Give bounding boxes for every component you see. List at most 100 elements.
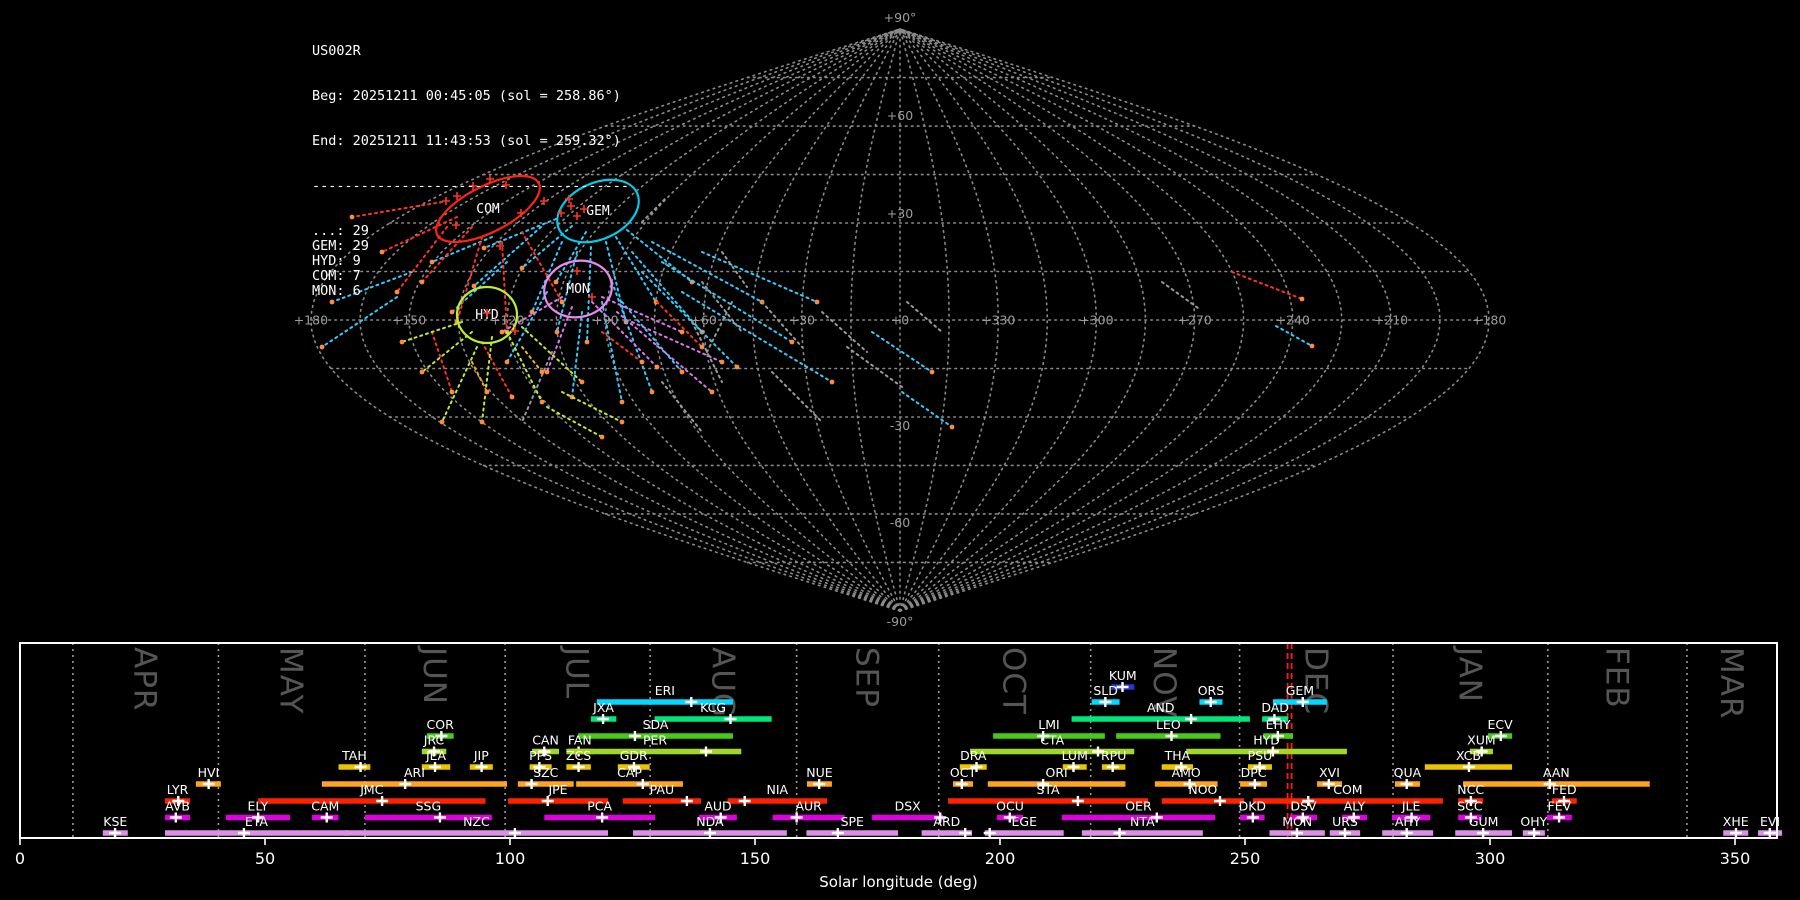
shower-label-ERI: ERI	[655, 683, 675, 698]
shower-peak-ECV	[1494, 731, 1507, 741]
shower-count-line: MON: 6	[312, 283, 361, 299]
shower-label-STA: STA	[1036, 782, 1060, 797]
shower-peak-JEA	[429, 762, 442, 772]
shower-peak-PCA	[596, 812, 609, 823]
shower-label-DSX: DSX	[895, 799, 922, 814]
shower-label-XHE: XHE	[1723, 814, 1749, 829]
shower-peak-SPE	[831, 828, 844, 838]
shower-label-JRC: JRC	[423, 733, 445, 748]
shower-label-NZC: NZC	[463, 814, 490, 829]
month-label: JUN	[416, 645, 452, 705]
shower-label-SLD: SLD	[1093, 683, 1118, 698]
shower-label-EGE: EGE	[1012, 814, 1038, 829]
header-separator: ---------------------------------------	[312, 178, 629, 194]
shower-label-ARI: ARI	[404, 765, 425, 780]
x-tick-label: 250	[1230, 849, 1261, 868]
radiant-activity-plot: COMGEMMONHYD+180+150+120+90+60+30+0+330+…	[0, 0, 1800, 900]
shower-label-AND: AND	[1147, 700, 1175, 715]
shower-peak-AUR	[790, 812, 803, 823]
shower-label-JPE: JPE	[547, 782, 567, 797]
month-label: JUL	[559, 645, 595, 699]
observation-header: US002R Beg: 20251211 00:45:05 (sol = 258…	[312, 14, 629, 329]
shower-label-PAU: PAU	[650, 782, 674, 797]
shower-label-PPS: PPS	[529, 748, 552, 763]
month-label: MAR	[1713, 647, 1749, 720]
shower-label-DKD: DKD	[1239, 799, 1266, 814]
shower-peak-NZC	[508, 828, 521, 838]
shower-label-ALY: ALY	[1344, 799, 1366, 814]
shower-label-NCC: NCC	[1457, 782, 1484, 797]
shower-peak-URS	[1338, 828, 1351, 838]
shower-label-JIP: JIP	[473, 748, 489, 763]
shower-label-SCC: SCC	[1457, 799, 1483, 814]
shower-label-JXA: JXA	[592, 700, 614, 715]
shower-label-JLE: JLE	[1401, 799, 1421, 814]
shower-label-THA: THA	[1164, 748, 1191, 763]
shower-label-AHY: AHY	[1395, 814, 1421, 829]
shower-label-XVI: XVI	[1319, 765, 1340, 780]
shower-label-FEV: FEV	[1548, 799, 1572, 814]
x-tick-label: 300	[1475, 849, 1506, 868]
shower-peak-FEV	[1553, 812, 1566, 823]
begin-time: Beg: 20251211 00:45:05 (sol = 258.86°)	[312, 88, 621, 104]
shower-label-XCB: XCB	[1456, 748, 1481, 763]
shower-label-MON: MON	[1282, 814, 1312, 829]
shower-label-ORS: ORS	[1198, 683, 1225, 698]
shower-label-AMO: AMO	[1172, 765, 1201, 780]
shower-label-NTA: NTA	[1130, 814, 1155, 829]
x-tick-label: 350	[1720, 849, 1751, 868]
shower-label-EHY: EHY	[1266, 717, 1291, 732]
shower-label-RPU: RPU	[1101, 748, 1126, 763]
shower-label-CTA: CTA	[1040, 733, 1064, 748]
month-label: FEB	[1598, 647, 1634, 709]
shower-peak-DKD	[1246, 812, 1259, 823]
shower-label-KCG: KCG	[700, 700, 726, 715]
shower-label-AUR: AUR	[795, 799, 822, 814]
shower-peak-SZC	[525, 779, 538, 789]
shower-label-LYR: LYR	[167, 782, 189, 797]
shower-label-DPC: DPC	[1241, 765, 1267, 780]
shower-peak-ARI	[399, 779, 412, 789]
shower-peak-ORS	[1204, 697, 1217, 707]
shower-peak-EGE	[983, 828, 996, 838]
shower-peak-NUE	[813, 779, 826, 789]
shower-label-JMC: JMC	[359, 782, 383, 797]
shower-peak-OHY	[1528, 828, 1541, 838]
shower-label-AUD: AUD	[704, 799, 731, 814]
shower-peak-PAU	[680, 796, 693, 806]
shower-label-LUM: LUM	[1062, 748, 1088, 763]
shower-peak-LUM	[1067, 762, 1080, 772]
shower-label-PCA: PCA	[587, 799, 612, 814]
shower-label-CAP: CAP	[617, 765, 642, 780]
shower-label-GEM: GEM	[1286, 683, 1314, 698]
shower-peak-DPC	[1248, 779, 1261, 789]
shower-peak-OCT	[955, 779, 968, 789]
shower-peak-JIP	[475, 762, 488, 772]
shower-label-ETA: ETA	[245, 814, 269, 829]
shower-label-XUM: XUM	[1467, 733, 1496, 748]
shower-peak-NIA	[738, 796, 751, 806]
shower-peak-MON	[1290, 828, 1303, 838]
shower-label-OCU: OCU	[996, 799, 1024, 814]
shower-label-LEO: LEO	[1156, 717, 1181, 732]
shower-label-QUA: QUA	[1394, 765, 1422, 780]
month-label: JAN	[1451, 645, 1487, 703]
shower-count-line: COM: 7	[312, 268, 361, 284]
shower-label-OER: OER	[1125, 799, 1152, 814]
shower-peak-HVI	[202, 779, 215, 789]
shower-label-ZCS: ZCS	[566, 748, 591, 763]
shower-peak-SLD	[1099, 697, 1112, 707]
shower-label-NUE: NUE	[806, 765, 832, 780]
x-tick-label: 50	[255, 849, 275, 868]
shower-label-KUM: KUM	[1109, 668, 1137, 683]
shower-label-ORI: ORI	[1045, 765, 1067, 780]
shower-label-ELY: ELY	[247, 799, 268, 814]
shower-peak-XCB	[1462, 762, 1475, 772]
shower-peak-NTA	[1113, 828, 1126, 838]
shower-peak-JMC	[376, 796, 389, 806]
month-label: OCT	[996, 647, 1032, 715]
shower-label-SSG: SSG	[416, 799, 442, 814]
shower-label-URS: URS	[1332, 814, 1358, 829]
station-id: US002R	[312, 43, 361, 59]
shower-peak-CAP	[636, 779, 649, 789]
